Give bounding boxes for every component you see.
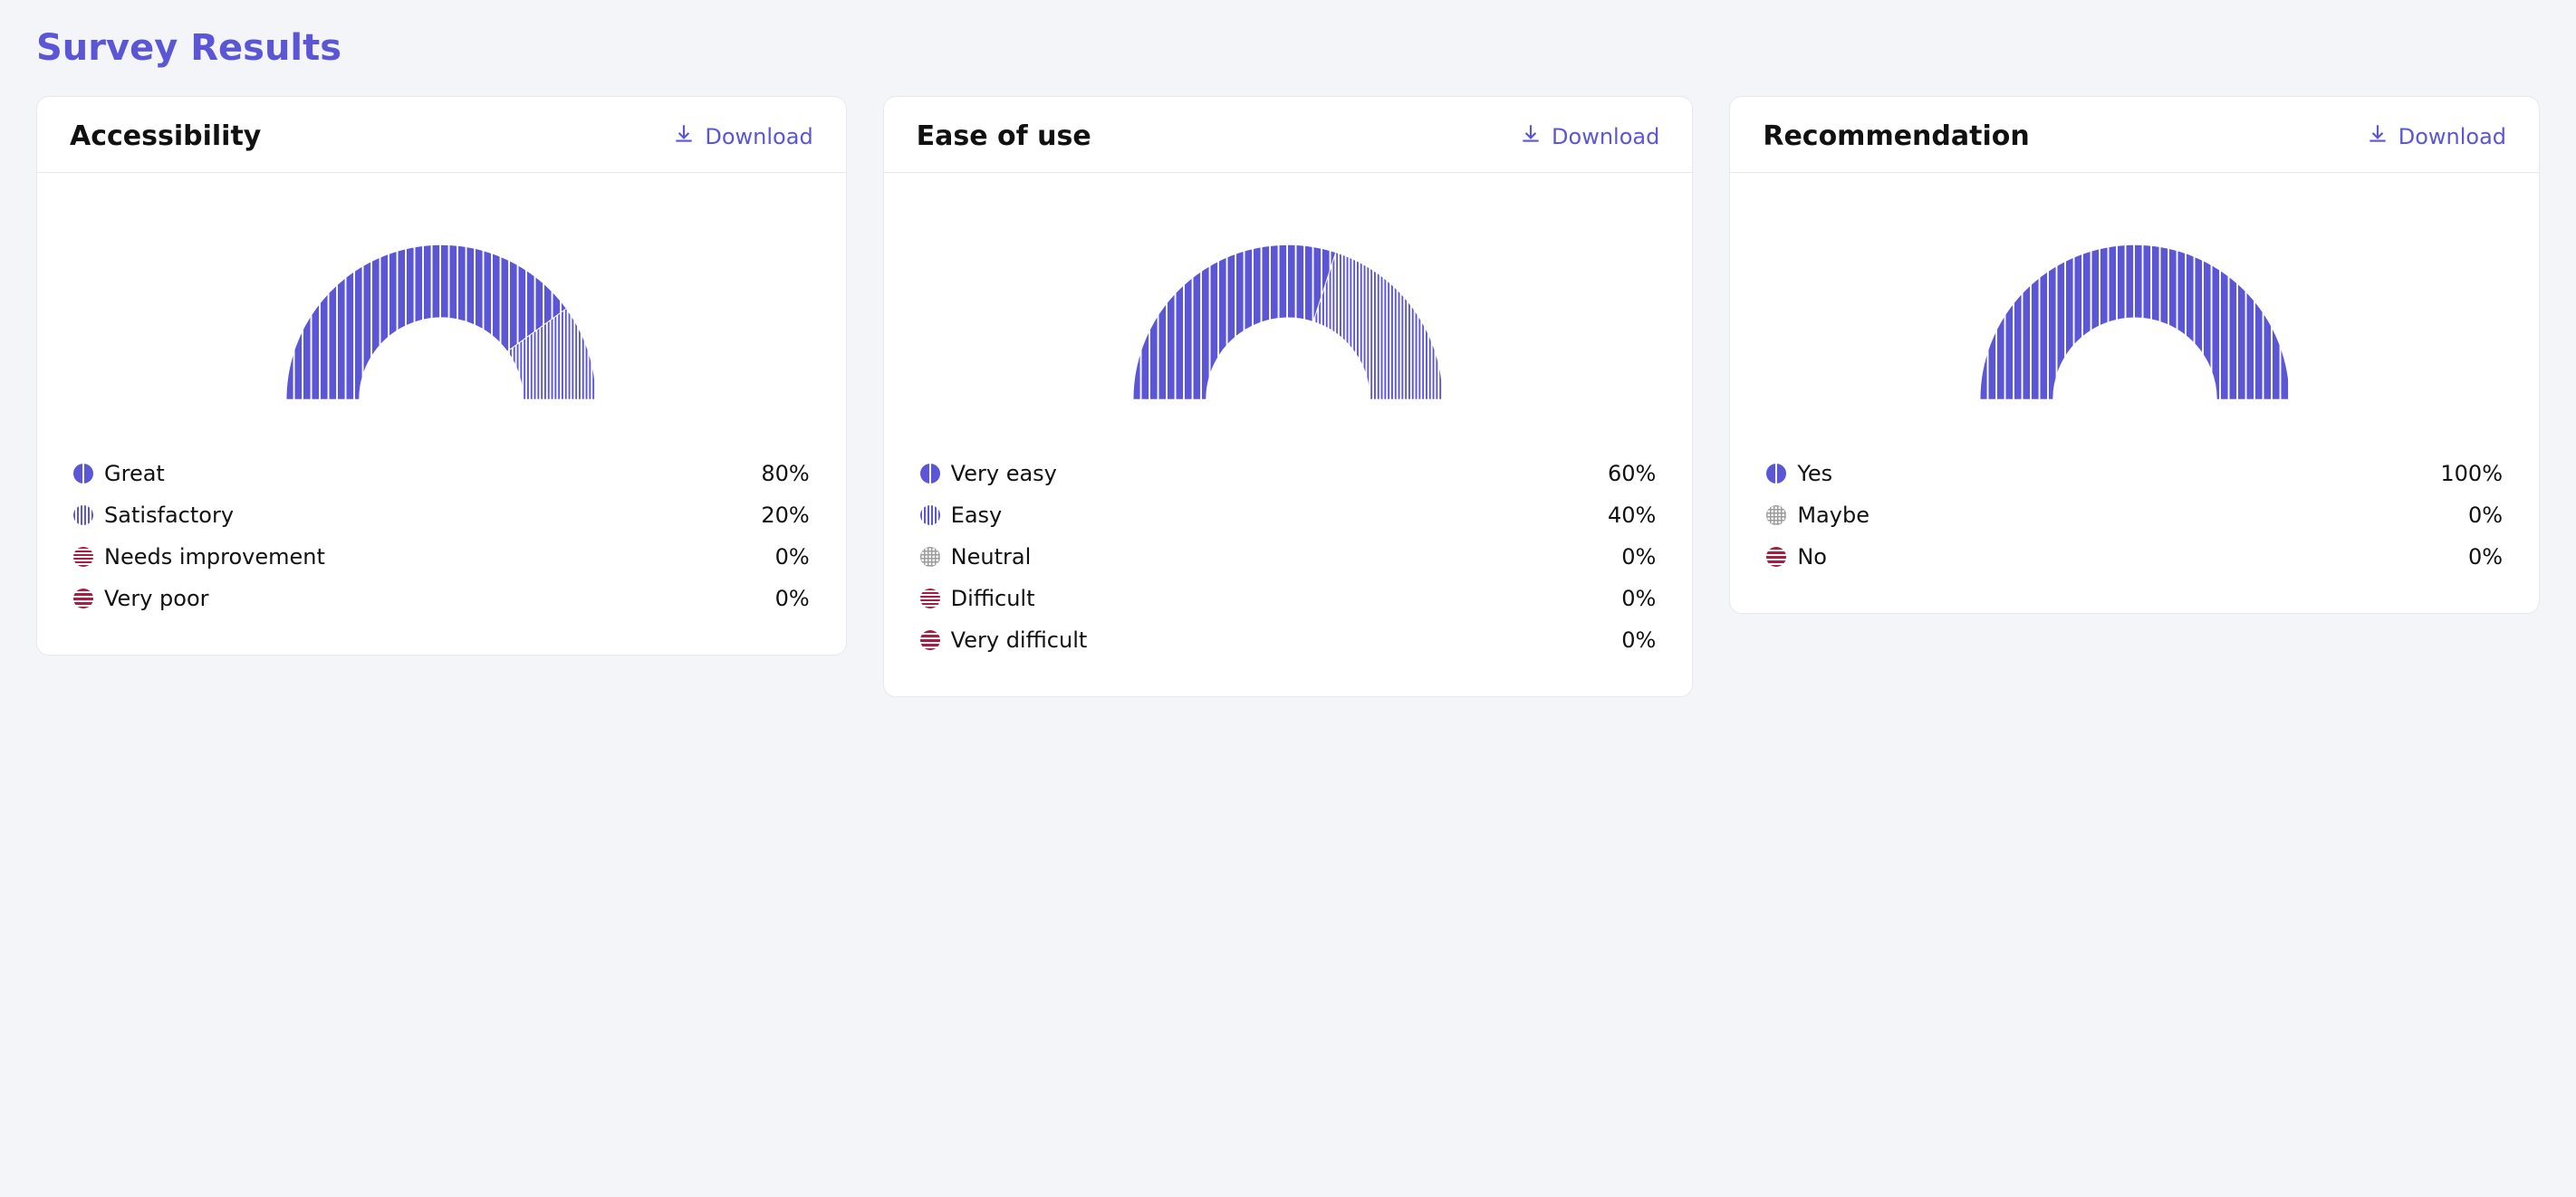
legend-label: Very poor [104,586,764,611]
legend-row: Neutral 0% [920,544,1657,570]
legend-value: 0% [2468,503,2503,528]
gauge-chart [1116,227,1460,408]
download-label: Download [705,124,812,149]
legend-row: Yes 100% [1766,461,2503,486]
legend-swatch [920,547,940,567]
gauge-slice [1313,253,1443,400]
legend-value: 0% [775,586,810,611]
legend: Yes 100% Maybe 0% No 0% [1730,461,2539,570]
legend-label: Very easy [951,461,1597,486]
card-header: Ease of use Download [884,97,1693,173]
legend-value: 0% [1621,586,1656,611]
legend-label: Needs improvement [104,544,764,570]
cards-row: Accessibility Download Great 80% Satisfa… [36,96,2540,697]
legend-swatch [73,589,93,608]
card-title: Recommendation [1763,120,2029,152]
legend-value: 0% [1621,627,1656,653]
card-ease-of-use: Ease of use Download Very easy 60% Easy … [883,96,1694,697]
legend: Very easy 60% Easy 40% Neutral 0% Diffic… [884,461,1693,653]
legend-row: Very poor 0% [73,586,810,611]
page-title: Survey Results [36,27,2540,69]
legend-label: Great [104,461,750,486]
gauge-wrap [37,173,846,445]
download-icon [2366,122,2389,151]
legend-row: Maybe 0% [1766,503,2503,528]
legend-label: Yes [1797,461,2429,486]
legend-label: Difficult [951,586,1611,611]
legend-swatch [73,547,93,567]
legend-swatch [920,464,940,484]
legend-row: Difficult 0% [920,586,1657,611]
legend-swatch [920,630,940,650]
legend-value: 0% [775,544,810,570]
legend-label: Very difficult [951,627,1611,653]
legend-label: Easy [951,503,1597,528]
legend-value: 40% [1608,503,1656,528]
download-icon [672,122,696,151]
download-label: Download [1552,124,1659,149]
card-title: Ease of use [917,120,1091,152]
card-title: Accessibility [70,120,261,152]
legend-label: Neutral [951,544,1611,570]
legend-swatch [73,464,93,484]
legend-row: Easy 40% [920,503,1657,528]
legend-value: 100% [2440,461,2503,486]
card-accessibility: Accessibility Download Great 80% Satisfa… [36,96,847,656]
legend-row: Needs improvement 0% [73,544,810,570]
legend-label: Maybe [1797,503,2457,528]
legend: Great 80% Satisfactory 20% Needs improve… [37,461,846,611]
card-header: Recommendation Download [1730,97,2539,173]
legend-row: No 0% [1766,544,2503,570]
legend-swatch [1766,547,1786,567]
legend-value: 80% [761,461,809,486]
download-link[interactable]: Download [1519,122,1659,151]
legend-row: Very easy 60% [920,461,1657,486]
legend-swatch [73,505,93,525]
legend-value: 0% [2468,544,2503,570]
legend-value: 20% [761,503,809,528]
legend-swatch [1766,505,1786,525]
gauge-wrap [1730,173,2539,445]
download-link[interactable]: Download [2366,122,2506,151]
download-link[interactable]: Download [672,122,812,151]
legend-row: Satisfactory 20% [73,503,810,528]
legend-row: Great 80% [73,461,810,486]
legend-label: Satisfactory [104,503,750,528]
legend-value: 0% [1621,544,1656,570]
gauge-chart [1963,227,2307,408]
legend-swatch [920,505,940,525]
legend-row: Very difficult 0% [920,627,1657,653]
card-header: Accessibility Download [37,97,846,173]
download-label: Download [2398,124,2506,149]
card-recommendation: Recommendation Download Yes 100% Maybe 0… [1729,96,2540,614]
legend-swatch [920,589,940,608]
gauge-chart [269,227,613,408]
legend-value: 60% [1608,461,1656,486]
gauge-slice [1133,244,1336,399]
gauge-wrap [884,173,1693,445]
gauge-slice [1980,244,2290,399]
legend-swatch [1766,464,1786,484]
download-icon [1519,122,1543,151]
legend-label: No [1797,544,2457,570]
